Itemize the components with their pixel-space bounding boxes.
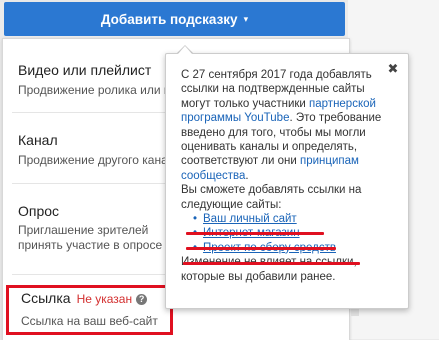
menu-item-desc: Продвижение другого канала bbox=[18, 153, 168, 167]
list-item: Ваш личный сайт bbox=[193, 212, 393, 227]
caret-down-icon: ▾ bbox=[243, 13, 249, 24]
tooltip-body: С 27 сентября 2017 года добавлять ссылки… bbox=[181, 68, 393, 284]
info-tooltip: ✖ С 27 сентября 2017 года добавлять ссыл… bbox=[165, 53, 409, 309]
tooltip-footnote: Изменение не влияет на ссылки, которые в… bbox=[181, 256, 357, 283]
annotation-highlight-box bbox=[6, 285, 173, 335]
tooltip-sites-intro: Вы сможете добавлять ссылки на следующие… bbox=[181, 184, 362, 211]
tooltip-arrow-fill bbox=[178, 46, 192, 54]
annotation-underline bbox=[183, 262, 360, 265]
tooltip-text: . bbox=[245, 169, 249, 182]
add-card-label: Добавить подсказку bbox=[100, 11, 238, 27]
personal-site-link[interactable]: Ваш личный сайт bbox=[203, 213, 297, 225]
add-card-button[interactable]: Добавить подсказку ▾ bbox=[4, 2, 345, 36]
annotation-underline bbox=[186, 247, 336, 250]
menu-item-desc: Приглашение зрителей принять участие в о… bbox=[18, 223, 163, 252]
annotation-underline bbox=[186, 232, 324, 235]
menu-item-desc: Продвижение ролика или плейлиста bbox=[18, 83, 168, 97]
